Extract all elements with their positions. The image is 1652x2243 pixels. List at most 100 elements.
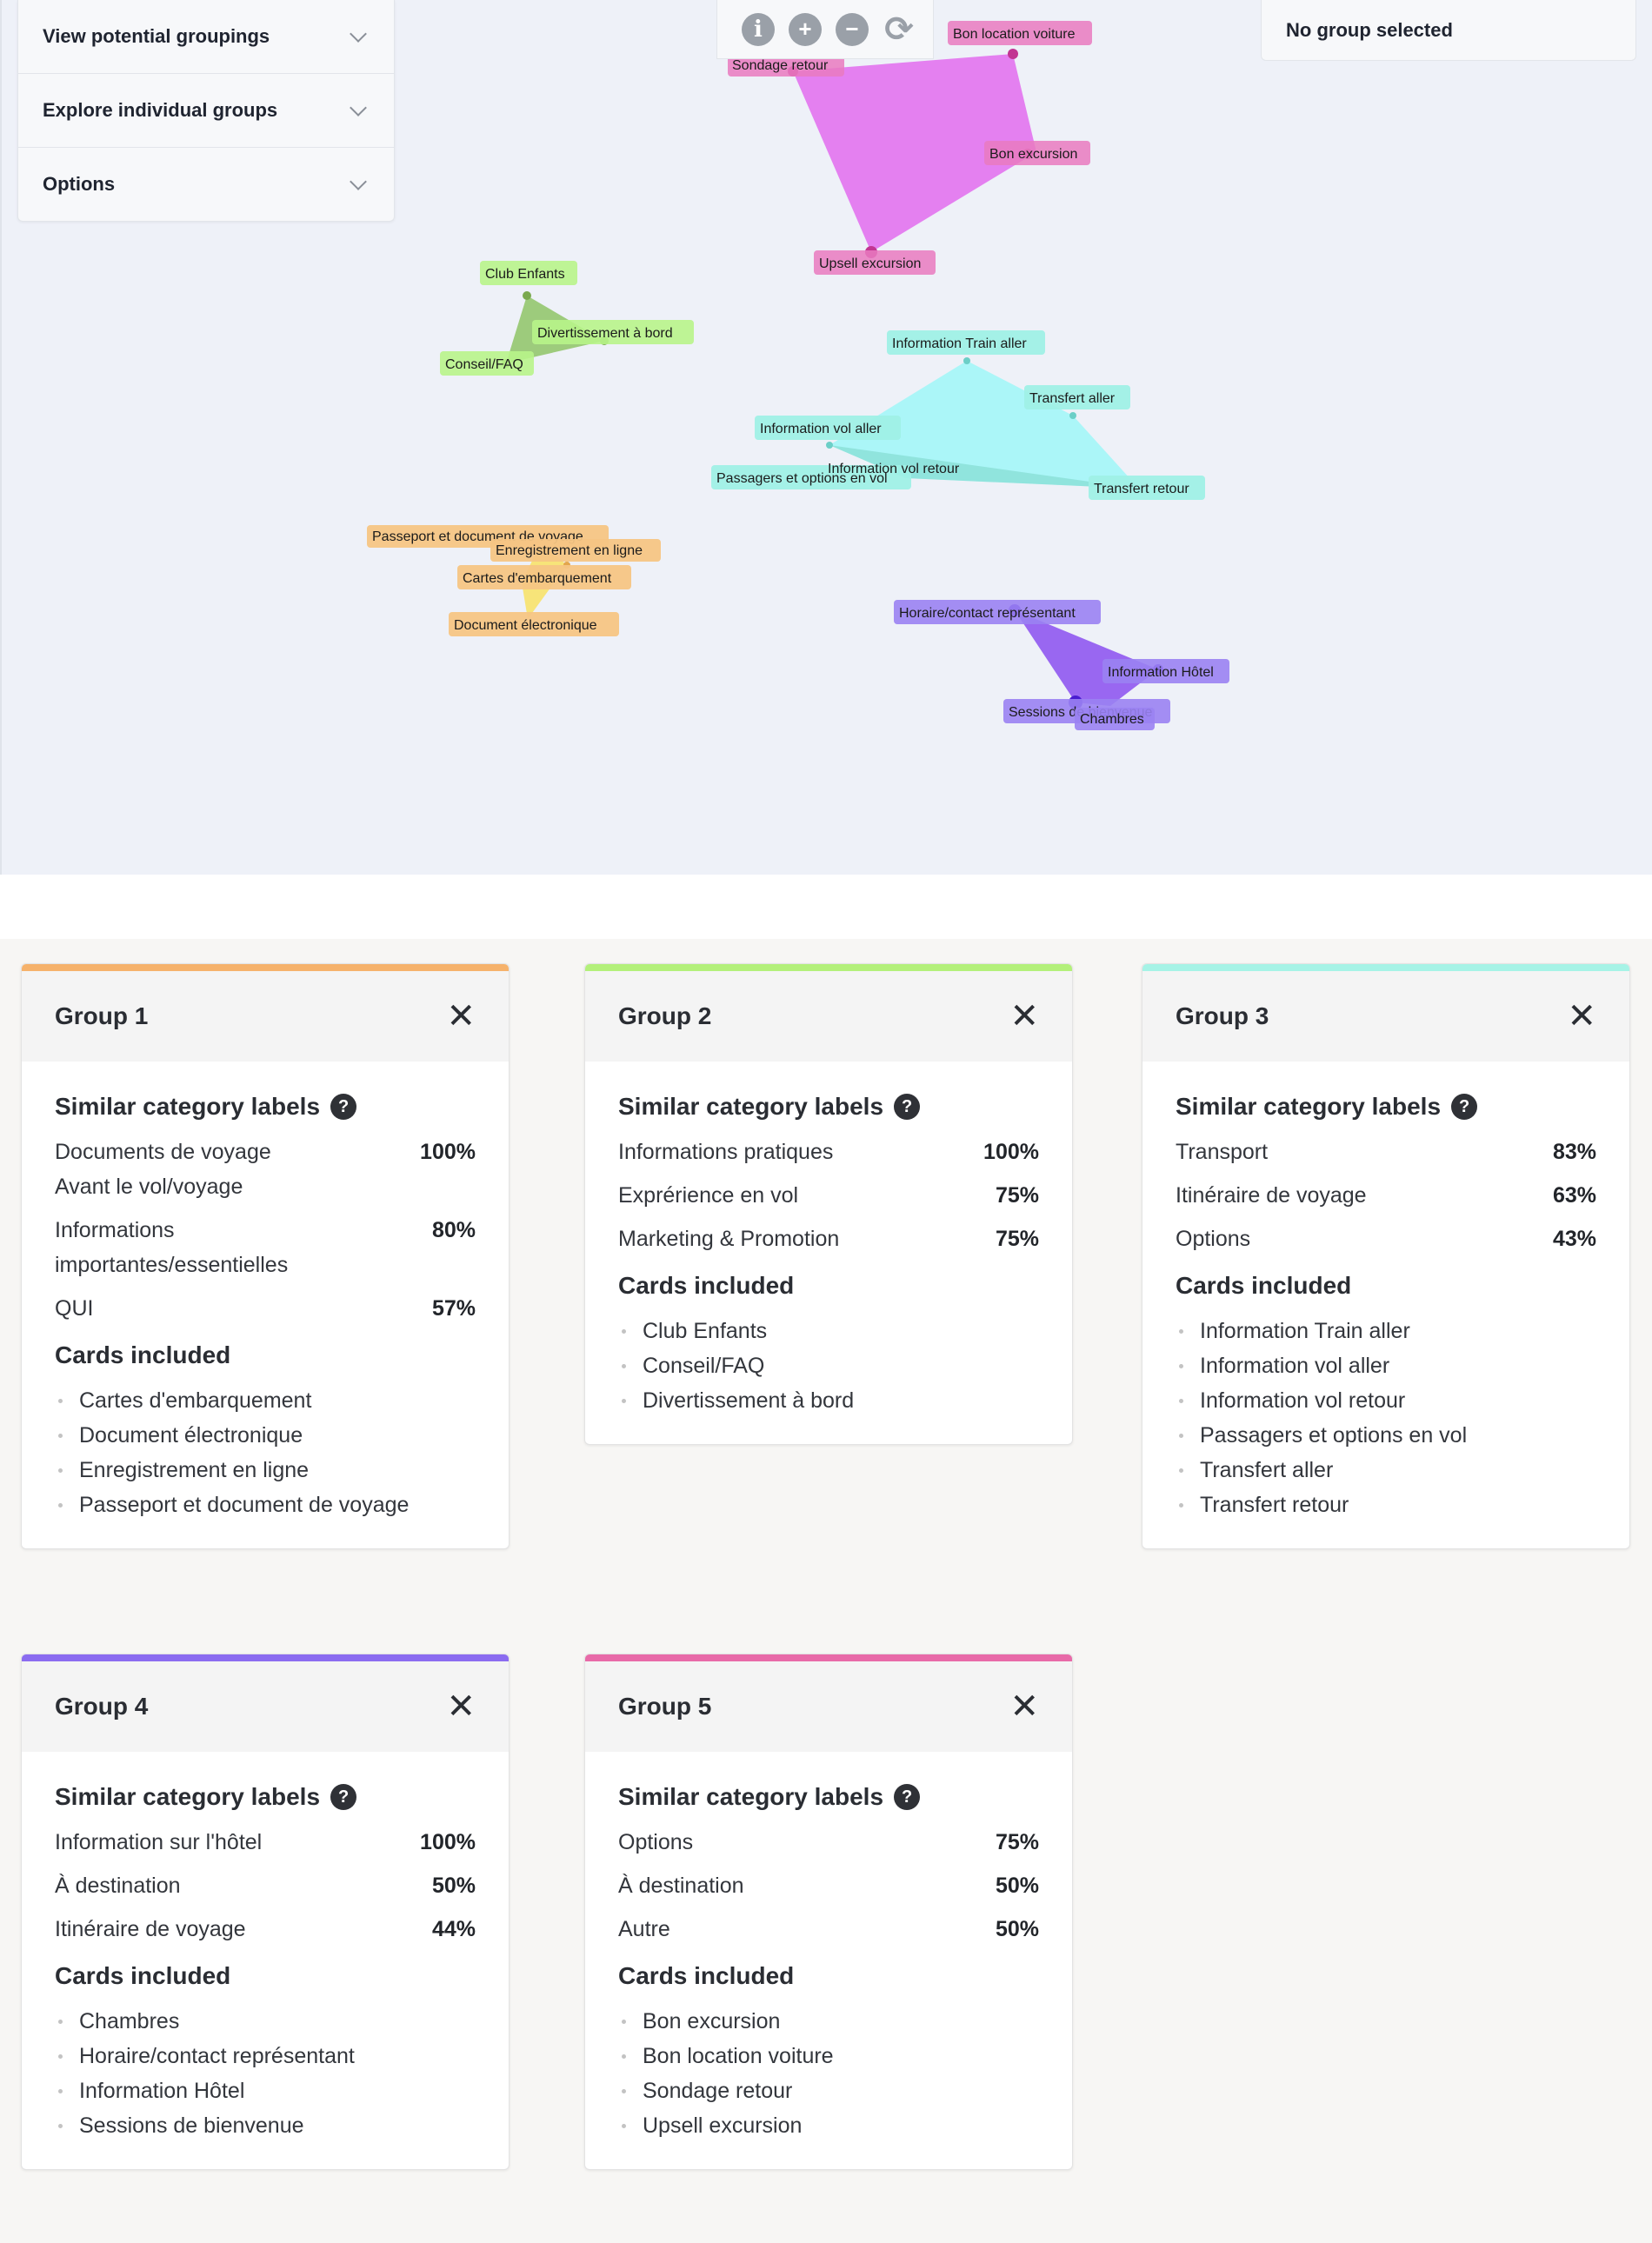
refresh-icon[interactable]: ⟳ — [883, 10, 916, 49]
cards-list: Chambres Horaire/contact représentant In… — [55, 2004, 476, 2143]
group4-hull[interactable] — [1015, 610, 1158, 706]
list-item: Club Enfants — [618, 1314, 1039, 1348]
list-item: Transfert retour — [1176, 1488, 1596, 1522]
label-row: Transport 83% — [1176, 1140, 1596, 1164]
group-title: Group 1 — [55, 1002, 149, 1029]
node-label-document-electronique[interactable]: Document électronique — [454, 618, 597, 633]
label-row: Autre 50% — [618, 1917, 1039, 1941]
group-card: Group 1 ✕ Similar category labels ? Docu… — [21, 963, 510, 1549]
cards-list: Information Train aller Information vol … — [1176, 1314, 1596, 1522]
label-row: À destination 50% — [55, 1874, 476, 1898]
node-label-horaire-contact[interactable]: Horaire/contact représentant — [899, 606, 1076, 621]
help-icon[interactable]: ? — [894, 1094, 921, 1120]
node-label-cartes-embarquement[interactable]: Cartes d'embarquement — [463, 571, 612, 586]
node-label-conseil-faq[interactable]: Conseil/FAQ — [445, 357, 523, 372]
close-icon[interactable]: ✕ — [1009, 1689, 1039, 1724]
node-label-bon-excursion[interactable]: Bon excursion — [989, 147, 1077, 162]
node-label-divertissement[interactable]: Divertissement à bord — [537, 326, 673, 341]
group-color-bar — [585, 964, 1072, 971]
list-item: Conseil/FAQ — [618, 1348, 1039, 1383]
close-icon[interactable]: ✕ — [1567, 999, 1596, 1034]
list-item: Divertissement à bord — [618, 1383, 1039, 1418]
cards-included-title: Cards included — [618, 1962, 795, 1989]
close-icon[interactable]: ✕ — [1009, 999, 1039, 1034]
cards-list: Club Enfants Conseil/FAQ Divertissement … — [618, 1314, 1039, 1418]
group-title: Group 4 — [55, 1693, 149, 1720]
similar-labels-title: Similar category labels ? — [55, 1783, 476, 1811]
list-item: Document électronique — [55, 1418, 476, 1453]
list-item: Information Hôtel — [55, 2073, 476, 2108]
group-card-header: Group 1 ✕ — [22, 971, 509, 1062]
group-color-bar — [22, 964, 509, 971]
list-item: Passagers et options en vol — [1176, 1418, 1596, 1453]
node-label-info-train-aller[interactable]: Information Train aller — [892, 336, 1027, 351]
options-accordion[interactable]: Options — [18, 148, 394, 221]
cards-list: Bon excursion Bon location voiture Sonda… — [618, 2004, 1039, 2143]
help-icon[interactable]: ? — [1451, 1094, 1478, 1120]
label-row: Information sur l'hôtel 100% — [55, 1830, 476, 1854]
zoom-in-button[interactable]: + — [789, 12, 822, 46]
label-row: Itinéraire de voyage 63% — [1176, 1183, 1596, 1208]
list-item: Passeport et document de voyage — [55, 1488, 476, 1522]
node-label-sondage-retour[interactable]: Sondage retour — [732, 58, 829, 73]
list-item: Information Train aller — [1176, 1314, 1596, 1348]
list-item: Upsell excursion — [618, 2108, 1039, 2143]
help-icon[interactable]: ? — [330, 1094, 357, 1120]
node-label-info-vol-retour[interactable]: Information vol retour — [828, 462, 960, 476]
similar-labels-title: Similar category labels ? — [618, 1783, 1039, 1811]
node-label-transfert-retour[interactable]: Transfert retour — [1094, 482, 1189, 496]
group-card-header: Group 5 ✕ — [585, 1661, 1072, 1752]
chevron-down-icon — [350, 25, 367, 43]
list-item: Information vol aller — [1176, 1348, 1596, 1383]
view-groupings-label: View potential groupings — [43, 25, 270, 47]
group-card-header: Group 3 ✕ — [1142, 971, 1629, 1062]
node-label-info-hotel[interactable]: Information Hôtel — [1108, 665, 1214, 680]
node-label-chambres[interactable]: Chambres — [1080, 712, 1144, 727]
list-item: Cartes d'embarquement — [55, 1383, 476, 1418]
group-cards-area: Group 1 ✕ Similar category labels ? Docu… — [0, 939, 1652, 2243]
close-icon[interactable]: ✕ — [446, 999, 476, 1034]
cards-included-title: Cards included — [1176, 1272, 1352, 1299]
viz-toolbar: i + − ⟳ — [716, 0, 934, 59]
info-icon[interactable]: i — [742, 12, 775, 46]
list-item: Transfert aller — [1176, 1453, 1596, 1488]
similar-labels-title: Similar category labels ? — [618, 1093, 1039, 1121]
node-label-club-enfants[interactable]: Club Enfants — [485, 267, 565, 282]
list-item: Bon location voiture — [618, 2039, 1039, 2073]
explore-groups-accordion[interactable]: Explore individual groups — [18, 74, 394, 148]
group-title: Group 3 — [1176, 1002, 1269, 1029]
help-icon[interactable]: ? — [894, 1784, 921, 1810]
label-row: Informations importantes/essentielles 80% — [55, 1218, 476, 1277]
group-card: Group 4 ✕ Similar category labels ? Info… — [21, 1654, 510, 2170]
group-card: Group 3 ✕ Similar category labels ? Tran… — [1142, 963, 1630, 1549]
label-row: Itinéraire de voyage 44% — [55, 1917, 476, 1941]
node-label-enregistrement[interactable]: Enregistrement en ligne — [496, 543, 643, 558]
selection-status-text: No group selected — [1286, 18, 1453, 41]
node-label-info-vol-aller[interactable]: Information vol aller — [760, 422, 882, 436]
cards-included-title: Cards included — [55, 1962, 231, 1989]
list-item: Information vol retour — [1176, 1383, 1596, 1418]
zoom-out-button[interactable]: − — [836, 12, 869, 46]
group-title: Group 5 — [618, 1693, 712, 1720]
node-label-transfert-aller[interactable]: Transfert aller — [1029, 391, 1116, 406]
group-color-bar — [585, 1654, 1072, 1661]
label-row: Exprérience en vol 75% — [618, 1183, 1039, 1208]
node-label-bon-location-voiture[interactable]: Bon location voiture — [953, 27, 1076, 42]
selection-status: No group selected — [1261, 0, 1636, 61]
list-item: Enregistrement en ligne — [55, 1453, 476, 1488]
close-icon[interactable]: ✕ — [446, 1689, 476, 1724]
cards-list: Cartes d'embarquement Document électroni… — [55, 1383, 476, 1522]
group-card: Group 5 ✕ Similar category labels ? Opti… — [584, 1654, 1073, 2170]
list-item: Sondage retour — [618, 2073, 1039, 2108]
label-row: Options 75% — [618, 1830, 1039, 1854]
help-icon[interactable]: ? — [330, 1784, 357, 1810]
list-item: Horaire/contact représentant — [55, 2039, 476, 2073]
list-item: Chambres — [55, 2004, 476, 2039]
similar-labels-title: Similar category labels ? — [55, 1093, 476, 1121]
node-label-upsell-excursion[interactable]: Upsell excursion — [819, 256, 921, 271]
options-label: Options — [43, 173, 116, 195]
cluster-visualization[interactable]: Sondage retour Bon location voiture Bon … — [0, 0, 1652, 875]
view-groupings-accordion[interactable]: View potential groupings — [18, 0, 394, 74]
group-card-header: Group 2 ✕ — [585, 971, 1072, 1062]
similar-labels-title: Similar category labels ? — [1176, 1093, 1596, 1121]
